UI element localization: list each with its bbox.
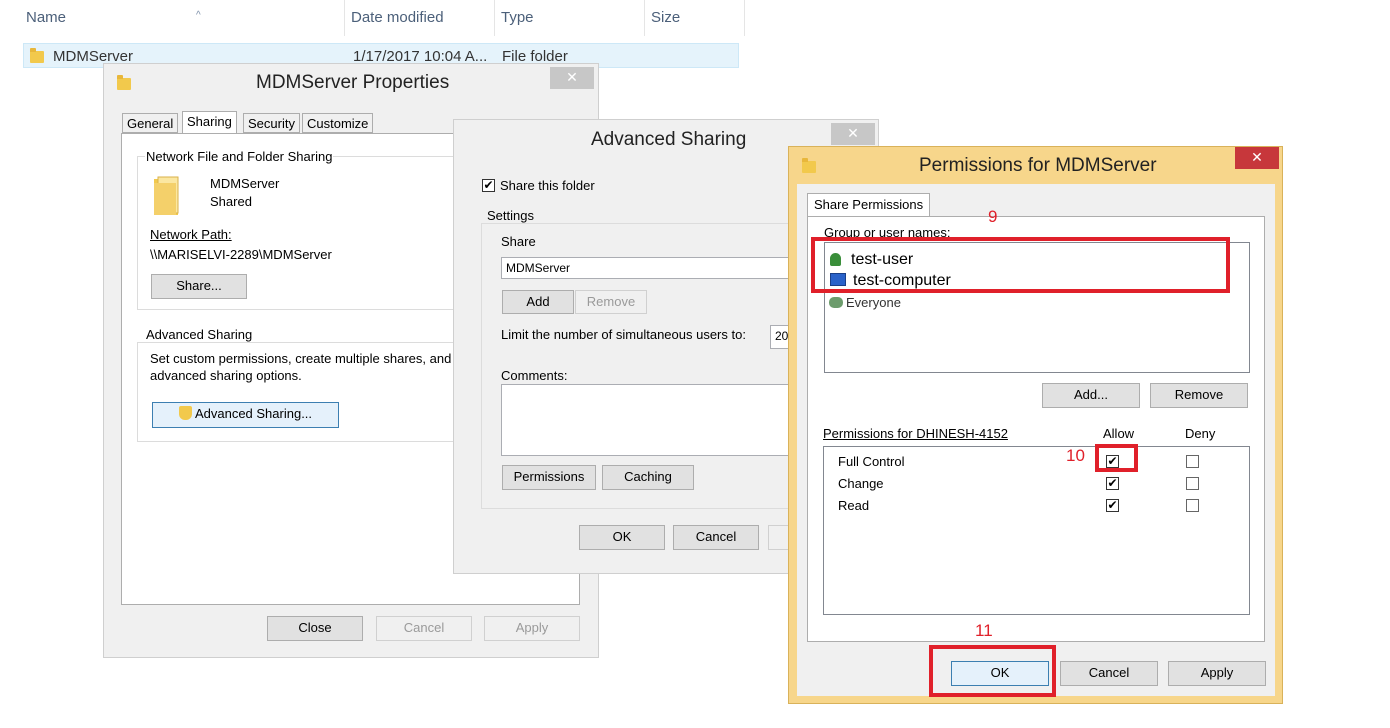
folder-icon	[30, 48, 44, 63]
folder-status: Shared	[210, 194, 252, 209]
tab-customize[interactable]: Customize	[302, 113, 374, 133]
close-button[interactable]: Close	[267, 616, 363, 641]
add-share-button[interactable]: Add	[502, 290, 574, 314]
column-type[interactable]: Type	[495, 0, 645, 36]
properties-close-icon[interactable]: ✕	[550, 67, 594, 89]
adv-group-label: Advanced Sharing	[145, 327, 254, 342]
folder-icon	[117, 75, 131, 90]
column-size[interactable]: Size	[645, 0, 745, 36]
advanced-ok-button[interactable]: OK	[579, 525, 665, 550]
annotation-box-users	[811, 237, 1230, 293]
share-folder-checkbox[interactable]: ✔	[482, 179, 495, 192]
share-folder-label: Share this folder	[500, 178, 595, 193]
permissions-list: Full Control ✔ Change ✔ Read ✔	[823, 446, 1250, 615]
caching-button[interactable]: Caching	[602, 465, 694, 490]
folder-icon	[802, 158, 816, 173]
annotation-11: 11	[975, 621, 993, 640]
advanced-close-icon[interactable]: ✕	[831, 123, 875, 145]
advanced-cancel-button[interactable]: Cancel	[673, 525, 759, 550]
permissions-cancel-button[interactable]: Cancel	[1060, 661, 1158, 686]
change-allow-checkbox[interactable]: ✔	[1106, 477, 1119, 490]
settings-group-label: Settings	[487, 208, 534, 223]
permissions-apply-button[interactable]: Apply	[1168, 661, 1266, 686]
network-path: \\MARISELVI-2289\MDMServer	[150, 247, 332, 262]
full-control-deny-checkbox[interactable]	[1186, 455, 1199, 468]
tab-share-permissions[interactable]: Share Permissions	[807, 193, 931, 217]
allow-header: Allow	[1103, 426, 1135, 441]
permissions-button[interactable]: Permissions	[502, 465, 596, 490]
column-name[interactable]: Name ^	[20, 0, 345, 36]
read-deny-checkbox[interactable]	[1186, 499, 1199, 512]
perm-read-label: Read	[838, 498, 870, 513]
properties-title: MDMServer Properties	[256, 72, 450, 93]
remove-share-button[interactable]: Remove	[575, 290, 647, 314]
tab-security[interactable]: Security	[243, 113, 300, 133]
perm-full-control-label: Full Control	[838, 454, 905, 469]
perm-for-label: Permissions for DHINESH-4152	[823, 426, 1008, 441]
read-allow-checkbox[interactable]: ✔	[1106, 499, 1119, 512]
share-button[interactable]: Share...	[151, 274, 247, 299]
permissions-window: Permissions for MDMServer ✕ Share Permis…	[788, 146, 1283, 704]
tab-general[interactable]: General	[122, 113, 179, 133]
nfs-group-label: Network File and Folder Sharing	[145, 149, 334, 164]
add-user-button[interactable]: Add...	[1042, 383, 1140, 408]
folder-name: MDMServer	[210, 176, 280, 191]
tab-sharing[interactable]: Sharing	[182, 111, 237, 134]
annotation-box-full-control	[1095, 444, 1138, 472]
permissions-close-icon[interactable]: ✕	[1235, 147, 1279, 169]
properties-apply-button[interactable]: Apply	[484, 616, 580, 641]
annotation-box-ok	[929, 645, 1056, 697]
advanced-title: Advanced Sharing	[591, 129, 747, 150]
adv-desc-2: advanced sharing options.	[150, 368, 302, 383]
perm-change-label: Change	[838, 476, 884, 491]
permissions-title: Permissions for MDMServer	[919, 155, 1157, 176]
comments-label: Comments:	[501, 368, 568, 383]
folder-large-icon	[152, 175, 180, 215]
adv-desc-1: Set custom permissions, create multiple …	[150, 351, 452, 366]
sort-up-icon: ^	[196, 10, 201, 21]
advanced-sharing-button[interactable]: Advanced Sharing...	[152, 402, 339, 428]
annotation-9: 9	[988, 207, 998, 226]
change-deny-checkbox[interactable]	[1186, 477, 1199, 490]
user-item-everyone[interactable]: Everyone	[829, 295, 901, 310]
column-date-modified[interactable]: Date modified	[345, 0, 495, 36]
share-label: Share	[501, 234, 536, 249]
group-icon	[829, 297, 843, 308]
limit-label: Limit the number of simultaneous users t…	[501, 327, 746, 342]
shield-icon	[178, 406, 192, 420]
annotation-10: 10	[1066, 446, 1085, 465]
deny-header: Deny	[1185, 426, 1216, 441]
properties-cancel-button[interactable]: Cancel	[376, 616, 472, 641]
remove-user-button[interactable]: Remove	[1150, 383, 1248, 408]
network-path-label: Network Path:	[150, 227, 232, 242]
